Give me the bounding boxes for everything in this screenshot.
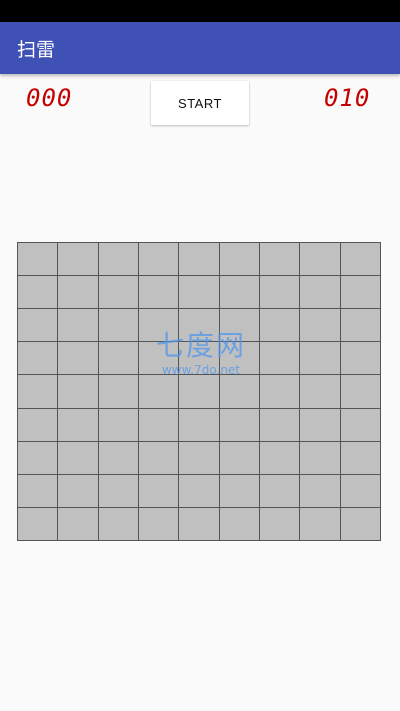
- grid-cell[interactable]: [259, 309, 301, 343]
- grid-cell[interactable]: [58, 243, 99, 277]
- grid-cell[interactable]: [138, 342, 180, 376]
- grid-cell[interactable]: [340, 276, 381, 310]
- grid-cell[interactable]: [98, 474, 139, 508]
- grid-cell[interactable]: [340, 408, 381, 442]
- grid-cell[interactable]: [58, 276, 99, 310]
- grid-cell[interactable]: [259, 276, 301, 310]
- grid-cell[interactable]: [138, 375, 180, 409]
- grid-cell[interactable]: [300, 342, 341, 376]
- grid-cell[interactable]: [18, 507, 59, 541]
- grid-cell[interactable]: [219, 342, 260, 376]
- grid-cell[interactable]: [138, 474, 180, 508]
- app-title: 扫雷: [17, 38, 56, 61]
- app-bar: 扫雷: [0, 22, 400, 74]
- grid-cell[interactable]: [179, 474, 220, 508]
- grid-cell[interactable]: [300, 441, 341, 475]
- grid-cell[interactable]: [300, 276, 341, 310]
- grid-cell[interactable]: [18, 309, 59, 343]
- grid-cell[interactable]: [58, 507, 99, 541]
- grid-cell[interactable]: [300, 243, 341, 277]
- mine-counter: 000: [26, 84, 73, 112]
- grid-cell[interactable]: [138, 276, 180, 310]
- grid-cell[interactable]: [98, 276, 139, 310]
- grid-cell[interactable]: [179, 309, 220, 343]
- grid-cell[interactable]: [18, 342, 59, 376]
- grid-cell[interactable]: [98, 408, 139, 442]
- grid-cell[interactable]: [219, 408, 260, 442]
- grid-cell[interactable]: [98, 507, 139, 541]
- grid-cell[interactable]: [179, 243, 220, 277]
- grid-cell[interactable]: [259, 474, 301, 508]
- grid-cell[interactable]: [219, 441, 260, 475]
- grid-cell[interactable]: [98, 342, 139, 376]
- grid-cell[interactable]: [259, 441, 301, 475]
- grid-cell[interactable]: [259, 408, 301, 442]
- grid-cell[interactable]: [259, 375, 301, 409]
- grid-cell[interactable]: [340, 243, 381, 277]
- grid-cell[interactable]: [340, 375, 381, 409]
- grid-cell[interactable]: [219, 507, 260, 541]
- grid-cell[interactable]: [18, 441, 59, 475]
- grid-cell[interactable]: [18, 243, 59, 277]
- grid-cell[interactable]: [58, 309, 99, 343]
- grid-cell[interactable]: [138, 507, 180, 541]
- grid-cell[interactable]: [300, 507, 341, 541]
- grid-cell[interactable]: [18, 474, 59, 508]
- grid-cell[interactable]: [98, 243, 139, 277]
- grid-cell[interactable]: [179, 507, 220, 541]
- grid-cell[interactable]: [138, 309, 180, 343]
- grid-cell[interactable]: [300, 408, 341, 442]
- grid-cell[interactable]: [18, 276, 59, 310]
- grid-cell[interactable]: [340, 309, 381, 343]
- grid-cell[interactable]: [300, 375, 341, 409]
- grid-cell[interactable]: [98, 309, 139, 343]
- grid-cell[interactable]: [98, 375, 139, 409]
- grid-cell[interactable]: [259, 243, 301, 277]
- grid-cell[interactable]: [58, 342, 99, 376]
- grid-cell[interactable]: [340, 474, 381, 508]
- grid-cell[interactable]: [219, 309, 260, 343]
- grid-cell[interactable]: [138, 441, 180, 475]
- grid-cell[interactable]: [219, 276, 260, 310]
- grid-cell[interactable]: [18, 408, 59, 442]
- grid-cell[interactable]: [259, 507, 301, 541]
- grid-cell[interactable]: [219, 474, 260, 508]
- grid-cell[interactable]: [219, 375, 260, 409]
- grid-cell[interactable]: [18, 375, 59, 409]
- grid-cell[interactable]: [138, 408, 180, 442]
- timer-display: 010: [324, 84, 371, 112]
- grid-cell[interactable]: [179, 276, 220, 310]
- grid-cell[interactable]: [179, 375, 220, 409]
- grid-cell[interactable]: [98, 441, 139, 475]
- grid-cell[interactable]: [340, 507, 381, 541]
- grid-cell[interactable]: [300, 309, 341, 343]
- grid-cell[interactable]: [179, 441, 220, 475]
- grid-cell[interactable]: [58, 408, 99, 442]
- grid-cell[interactable]: [58, 441, 99, 475]
- status-bar: [0, 0, 400, 22]
- start-button[interactable]: START: [151, 81, 249, 125]
- grid-cell[interactable]: [340, 441, 381, 475]
- grid-cell[interactable]: [259, 342, 301, 376]
- grid-cell[interactable]: [300, 474, 341, 508]
- grid-cell[interactable]: [340, 342, 381, 376]
- grid-cell[interactable]: [58, 375, 99, 409]
- grid-cell[interactable]: [179, 408, 220, 442]
- grid-cell[interactable]: [219, 243, 260, 277]
- grid-cell[interactable]: [58, 474, 99, 508]
- grid-cell[interactable]: [179, 342, 220, 376]
- minefield-grid: [17, 242, 381, 541]
- grid-cell[interactable]: [138, 243, 180, 277]
